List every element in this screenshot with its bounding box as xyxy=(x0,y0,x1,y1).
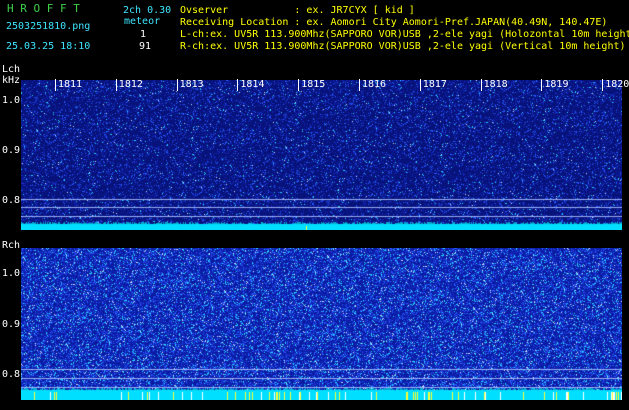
time-label-1815: 1815 xyxy=(301,79,326,90)
time-label-1814: 1814 xyxy=(240,79,265,90)
time-tick xyxy=(176,79,178,91)
time-tick xyxy=(602,79,604,91)
time-tick xyxy=(359,79,360,91)
lch-config-line: L-ch:ex. UV5R 113.900Mhz(SAPPORO VOR)USB… xyxy=(180,29,629,40)
time-tick xyxy=(237,79,239,91)
time-label-1811: 1811 xyxy=(58,79,83,90)
time-label-1816: 1816 xyxy=(362,79,387,90)
lch-count: 1 xyxy=(140,29,147,40)
rch-count: 91 xyxy=(139,41,152,52)
observer-line: Ovserver : ex. JR7CYX [ kid ] xyxy=(180,5,415,16)
image-filename: 2503251810.png xyxy=(6,21,91,32)
rch-freq-label: 0.9 xyxy=(2,319,21,330)
rch-freq-label: 0.8 xyxy=(2,369,21,380)
app-version: 2ch 0.30 xyxy=(123,5,172,16)
time-tick xyxy=(55,79,56,91)
time-tick xyxy=(541,79,543,91)
capture-datetime: 25.03.25 18:10 xyxy=(6,41,91,52)
time-tick xyxy=(480,79,482,91)
lch-freq-label: 0.8 xyxy=(2,195,21,206)
time-tick xyxy=(115,79,117,91)
lch-unit-label: kHz xyxy=(2,75,21,86)
time-label-1820: 1820 xyxy=(605,79,629,90)
lch-freq-label: 0.9 xyxy=(2,145,21,156)
time-tick xyxy=(298,79,300,91)
location-line: Receiving Location : ex. Aomori City Aom… xyxy=(180,17,608,28)
lch-spectrogram xyxy=(21,80,622,230)
rch-spectrogram xyxy=(21,248,622,400)
app-title: H R O F F T xyxy=(7,2,80,15)
lch-freq-label: 1.0 xyxy=(2,95,21,106)
time-label-1813: 1813 xyxy=(179,79,204,90)
time-label-1817: 1817 xyxy=(422,79,447,90)
hroft-window: H R O F F T 2ch 0.30 2503251810.png mete… xyxy=(0,0,629,410)
rch-freq-label: 1.0 xyxy=(2,268,21,279)
time-tick xyxy=(419,79,421,91)
event-label: meteor xyxy=(124,16,161,27)
rch-config-line: R-ch:ex. UV5R 113.900Mhz(SAPPORO VOR)USB… xyxy=(180,41,626,52)
time-label-1819: 1819 xyxy=(544,79,569,90)
rch-channel-label: Rch xyxy=(2,240,21,251)
time-label-1818: 1818 xyxy=(483,79,508,90)
lch-channel-label: Lch xyxy=(2,64,21,75)
time-label-1812: 1812 xyxy=(118,79,143,90)
